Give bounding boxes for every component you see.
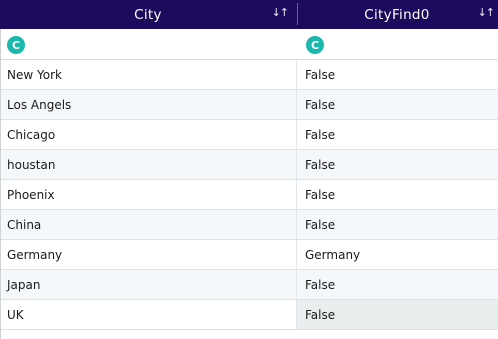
column-header-label: CityFind0 xyxy=(364,6,430,23)
city-cell[interactable]: China xyxy=(0,210,296,239)
cityfind0-cell-selected[interactable]: False xyxy=(296,300,498,329)
city-cell[interactable]: Phoenix xyxy=(0,180,296,209)
string-type-icon: C xyxy=(7,36,25,54)
sort-arrows-icon[interactable]: ↓↑ xyxy=(272,6,289,19)
grid-body: New York False Los Angels False Chicago … xyxy=(0,60,498,330)
column-header-city[interactable]: City ↓↑ xyxy=(0,0,296,29)
table-row: Los Angels False xyxy=(0,90,498,120)
table-row: New York False xyxy=(0,60,498,90)
cityfind0-cell[interactable]: False xyxy=(296,270,498,299)
city-cell[interactable]: New York xyxy=(0,60,296,89)
column-header-label: City xyxy=(134,6,162,23)
table-row: UK False xyxy=(0,300,498,330)
cityfind0-cell[interactable]: False xyxy=(296,60,498,89)
table-row: houstan False xyxy=(0,150,498,180)
column-divider xyxy=(296,60,297,330)
table-row: Chicago False xyxy=(0,120,498,150)
cityfind0-cell[interactable]: Germany xyxy=(296,240,498,269)
city-cell[interactable]: Japan xyxy=(0,270,296,299)
city-cell[interactable]: UK xyxy=(0,300,296,329)
table-row: Japan False xyxy=(0,270,498,300)
cityfind0-cell[interactable]: False xyxy=(296,150,498,179)
cityfind0-cell[interactable]: False xyxy=(296,90,498,119)
cityfind0-cell[interactable]: False xyxy=(296,120,498,149)
sort-arrows-icon[interactable]: ↓↑ xyxy=(478,6,495,19)
city-cell[interactable]: Los Angels xyxy=(0,90,296,119)
column-header-cityfind0[interactable]: CityFind0 ↓↑ xyxy=(296,0,498,29)
city-cell[interactable]: Chicago xyxy=(0,120,296,149)
grid-header: City ↓↑ CityFind0 ↓↑ xyxy=(0,0,498,29)
city-cell[interactable]: houstan xyxy=(0,150,296,179)
city-cell[interactable]: Germany xyxy=(0,240,296,269)
column-resize-handle[interactable] xyxy=(297,3,298,25)
cityfind0-cell[interactable]: False xyxy=(296,210,498,239)
table-row: Phoenix False xyxy=(0,180,498,210)
table-row: China False xyxy=(0,210,498,240)
table-row: Germany Germany xyxy=(0,240,498,270)
grid-left-border xyxy=(0,29,1,339)
data-grid: City ↓↑ CityFind0 ↓↑ C C New York False … xyxy=(0,0,498,339)
string-type-icon: C xyxy=(306,36,324,54)
column-type-row xyxy=(0,29,498,60)
cityfind0-cell[interactable]: False xyxy=(296,180,498,209)
